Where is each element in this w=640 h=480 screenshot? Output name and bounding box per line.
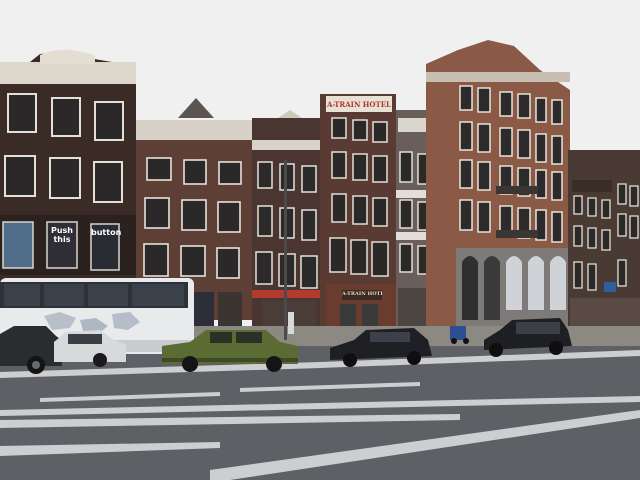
- pedestrian: [288, 312, 294, 334]
- street-pole: [284, 160, 287, 340]
- building-third: [252, 110, 324, 334]
- hotel-ground-sign: A-TRAIN HOTEL: [342, 291, 382, 297]
- hotel-roof-sign: A-TRAIN HOTEL: [327, 100, 391, 109]
- building-hotel: [320, 94, 396, 334]
- push-this-window-text: Push this: [50, 226, 73, 244]
- street-scene: A-TRAIN HOTEL A-TRAIN HOTEL Push this bu…: [0, 0, 640, 480]
- scene-svg: [0, 0, 640, 480]
- building-left: [0, 49, 136, 290]
- building-right: [568, 150, 640, 328]
- button-window-text: button: [91, 228, 122, 237]
- building-ornate: [426, 40, 570, 326]
